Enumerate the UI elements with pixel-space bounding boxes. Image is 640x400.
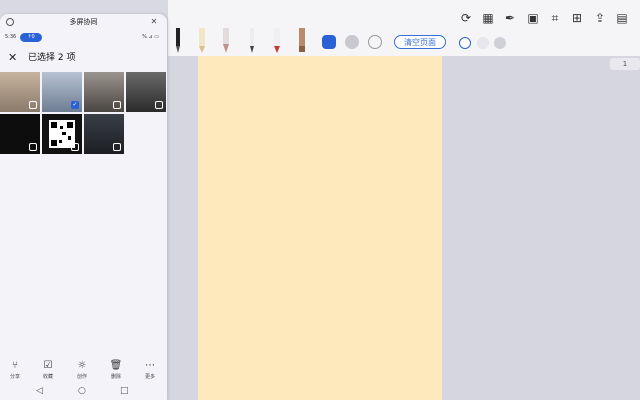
- close-icon[interactable]: ✕: [149, 17, 159, 27]
- bulb-icon: ☼: [77, 360, 87, 371]
- photo-1[interactable]: [0, 72, 40, 112]
- photo-6[interactable]: [42, 114, 82, 154]
- photo-checkbox[interactable]: [113, 143, 121, 151]
- delete-action[interactable]: 🗑 删除: [101, 360, 131, 380]
- share-out-icon[interactable]: ⇪: [590, 8, 610, 28]
- photo-4[interactable]: [126, 72, 166, 112]
- home-nav-icon[interactable]: ○: [78, 386, 86, 396]
- cancel-selection-icon[interactable]: ✕: [8, 52, 20, 64]
- size-large-icon[interactable]: [494, 37, 506, 49]
- photo-7[interactable]: [84, 114, 124, 154]
- crayon-tool-icon[interactable]: [271, 28, 283, 54]
- favorite-icon: ☑: [43, 360, 53, 371]
- eraser-tool-icon[interactable]: [296, 28, 308, 54]
- create-action[interactable]: ☼ 创作: [67, 360, 97, 380]
- selection-title: 已选择 2 项: [28, 53, 76, 63]
- insert-icon[interactable]: ⊞: [567, 8, 587, 28]
- image-icon[interactable]: ▣: [523, 8, 543, 28]
- marker-tool-icon[interactable]: [196, 28, 208, 54]
- crop-icon[interactable]: ⌗: [545, 8, 565, 28]
- photo-3[interactable]: [84, 72, 124, 112]
- trash-icon: 🗑: [109, 360, 123, 371]
- photo-2[interactable]: ✓: [42, 72, 82, 112]
- more-icon: ⋯: [145, 360, 155, 371]
- size-medium-icon[interactable]: [477, 37, 489, 49]
- photo-checkbox[interactable]: [113, 101, 121, 109]
- photo-checkbox[interactable]: ✓: [71, 101, 79, 109]
- more-action[interactable]: ⋯ 更多: [135, 360, 165, 380]
- opacity-icon[interactable]: [368, 35, 382, 49]
- favorite-action[interactable]: ☑ 收藏: [33, 360, 63, 380]
- status-indicators: % ⊿ ▭: [142, 34, 159, 40]
- photo-checkbox[interactable]: [29, 101, 37, 109]
- mode-toggle-icon[interactable]: [345, 35, 359, 49]
- pen-nib-icon[interactable]: ✒: [500, 8, 520, 28]
- window-title: 多屏协同: [69, 18, 98, 26]
- layout-icon[interactable]: ▤: [612, 8, 632, 28]
- fountain-pen-tool-icon[interactable]: [246, 28, 258, 54]
- status-pill: ↑0: [20, 33, 42, 42]
- share-icon: ⑂: [12, 360, 18, 371]
- texture-icon[interactable]: ▦: [478, 8, 498, 28]
- multi-screen-window: 多屏协同 ✕ 5:36 ↑0 % ⊿ ▭ ✕ 已选择 2 项 ✓ ⑂ 分享 ☑ 收藏…: [0, 14, 167, 400]
- photo-checkbox[interactable]: [71, 143, 79, 151]
- pencil-tool-icon[interactable]: [172, 28, 184, 54]
- photo-5[interactable]: [0, 114, 40, 154]
- photo-checkbox[interactable]: [29, 143, 37, 151]
- photo-checkbox[interactable]: [155, 101, 163, 109]
- page-indicator[interactable]: 1: [610, 58, 640, 70]
- shape-toggle-icon[interactable]: [322, 35, 336, 49]
- status-time: 5:36: [5, 34, 17, 40]
- drawing-page[interactable]: [198, 56, 442, 400]
- size-small-icon[interactable]: [459, 37, 471, 49]
- brush-tool-icon[interactable]: [220, 28, 232, 54]
- back-nav-icon[interactable]: ◁: [36, 386, 43, 396]
- rotate-icon[interactable]: ⟳: [456, 8, 476, 28]
- recents-nav-icon[interactable]: □: [120, 386, 129, 396]
- share-action[interactable]: ⑂ 分享: [0, 360, 30, 380]
- clear-page-button[interactable]: 清空页面: [394, 35, 446, 49]
